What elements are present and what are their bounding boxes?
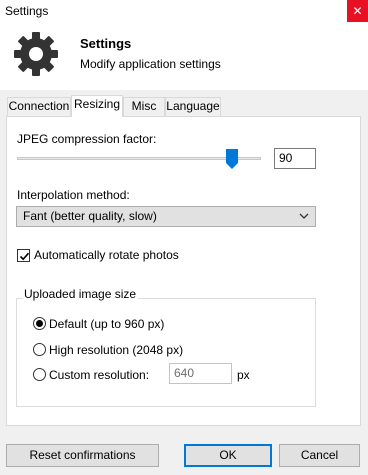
header-subtitle: Modify application settings <box>80 57 221 71</box>
auto-rotate-label[interactable]: Automatically rotate photos <box>34 248 179 262</box>
uploaded-size-title: Uploaded image size <box>22 287 139 301</box>
interpolation-label: Interpolation method: <box>17 188 130 202</box>
tab-connection[interactable]: Connection <box>7 97 71 116</box>
tab-language[interactable]: Language <box>165 97 221 116</box>
interpolation-select[interactable]: Fant (better quality, slow) <box>16 206 316 227</box>
radio-custom-resolution[interactable] <box>33 368 46 381</box>
cancel-button[interactable]: Cancel <box>279 444 360 467</box>
px-unit-label: px <box>237 368 250 382</box>
interpolation-selected-value: Fant (better quality, slow) <box>23 209 157 223</box>
tab-resizing[interactable]: Resizing <box>71 95 123 117</box>
jpeg-slider-thumb[interactable] <box>226 149 238 169</box>
jpeg-label: JPEG compression factor: <box>17 132 157 146</box>
jpeg-quality-input[interactable]: 90 <box>274 148 316 169</box>
custom-resolution-input[interactable]: 640 <box>169 363 232 384</box>
auto-rotate-checkbox[interactable] <box>17 249 30 262</box>
tab-label: Misc <box>131 99 157 113</box>
title-bar: Settings ✕ <box>0 0 368 22</box>
reset-confirmations-button[interactable]: Reset confirmations <box>6 444 159 467</box>
tab-misc[interactable]: Misc <box>123 97 165 116</box>
header-title: Settings <box>80 36 132 51</box>
radio-custom-resolution-label[interactable]: Custom resolution: <box>49 368 149 382</box>
radio-selected-dot <box>36 320 43 327</box>
gear-icon <box>14 32 58 76</box>
close-icon: ✕ <box>352 4 363 18</box>
window-title: Settings <box>5 4 49 18</box>
radio-high-resolution-label[interactable]: High resolution (2048 px) <box>49 343 183 357</box>
tab-label: Connection <box>8 99 70 113</box>
radio-default-label[interactable]: Default (up to 960 px) <box>49 317 164 331</box>
chevron-down-icon <box>299 213 309 219</box>
radio-default[interactable] <box>33 317 46 330</box>
ok-button[interactable]: OK <box>184 444 272 467</box>
jpeg-slider-track[interactable] <box>17 157 261 160</box>
tab-label: Resizing <box>73 97 121 111</box>
close-button[interactable]: ✕ <box>347 0 368 22</box>
header: Settings Modify application settings <box>0 22 368 90</box>
radio-high-resolution[interactable] <box>33 343 46 356</box>
tab-label: Language <box>166 99 220 113</box>
checkmark-icon <box>19 252 30 261</box>
